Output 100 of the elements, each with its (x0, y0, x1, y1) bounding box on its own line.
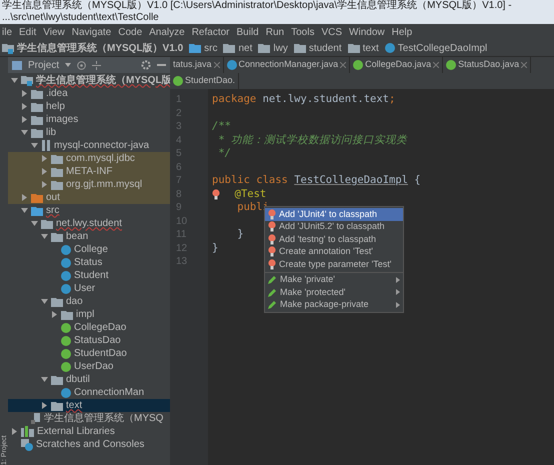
collapsed-arrow-icon[interactable] (41, 402, 48, 409)
tree-label: Status (74, 256, 102, 268)
tree-row[interactable]: org.gjt.mm.mysql (8, 178, 170, 191)
tree-row[interactable]: dao (8, 295, 170, 308)
tree-row[interactable]: External Libraries (8, 425, 170, 438)
tree-row[interactable]: Scratches and Consoles (8, 438, 170, 451)
tree-row[interactable]: help (8, 100, 170, 113)
panel-title[interactable]: Project (28, 58, 60, 72)
editor-tab[interactable]: CollegeDao.java (350, 57, 444, 73)
folder-icon (41, 218, 53, 228)
tree-label: com.mysql.jdbc (66, 152, 135, 164)
popup-item[interactable]: Create annotation 'Test' (265, 246, 403, 258)
popup-item[interactable]: Make 'protected' (265, 286, 403, 298)
breadcrumb-item[interactable]: net (223, 40, 252, 56)
expanded-arrow-icon[interactable] (11, 77, 18, 84)
menu-item[interactable]: ile (2, 24, 12, 40)
tree-row[interactable]: text (8, 399, 170, 412)
expanded-arrow-icon[interactable] (41, 376, 48, 383)
menu-item[interactable]: Refactor (192, 24, 230, 40)
tree-row[interactable]: net.lwy.student (8, 217, 170, 230)
menu-item[interactable]: Analyze (149, 24, 185, 40)
collapsed-arrow-icon[interactable] (21, 194, 28, 201)
tree-row[interactable]: College (8, 243, 170, 256)
lightbulb-icon[interactable] (268, 246, 276, 258)
tree-row[interactable]: 学生信息管理系统（MYSQL版 (8, 74, 170, 87)
expanded-arrow-icon[interactable] (41, 298, 48, 305)
lightbulb-icon[interactable] (268, 258, 276, 270)
tree-row[interactable]: Student (8, 269, 170, 282)
popup-item[interactable]: Create type parameter 'Test' (265, 258, 403, 270)
breadcrumb-item[interactable]: text (348, 40, 379, 56)
breadcrumb-item[interactable]: src (189, 40, 218, 56)
class-icon (61, 388, 71, 398)
popup-item[interactable]: Add 'JUnit4' to classpath (265, 208, 403, 220)
expanded-arrow-icon[interactable] (41, 233, 48, 240)
tree-row[interactable]: META-INF (8, 165, 170, 178)
editor-tab[interactable]: StatusDao.java (443, 57, 532, 73)
popup-item[interactable]: Add 'JUnit5.2' to classpath (265, 220, 403, 233)
collapse-icon[interactable] (92, 60, 102, 70)
collapsed-arrow-icon[interactable] (21, 103, 28, 110)
tree-row[interactable]: src (8, 204, 170, 217)
collapsed-arrow-icon[interactable] (51, 311, 58, 318)
tree-row[interactable]: dbutil (8, 373, 170, 386)
collapsed-arrow-icon[interactable] (41, 181, 48, 188)
editor-tab[interactable]: ConnectionManager.java (224, 57, 350, 73)
tree-row[interactable]: out (8, 191, 170, 204)
expanded-arrow-icon[interactable] (31, 142, 38, 149)
popup-item[interactable]: Add 'testng' to classpath (265, 233, 403, 246)
expanded-arrow-icon[interactable] (31, 220, 38, 227)
settings-icon[interactable] (141, 60, 151, 70)
tree-row[interactable]: StudentDao (8, 347, 170, 360)
close-icon[interactable] (340, 62, 346, 68)
tree-row[interactable]: 学生信息管理系统（MYSQ (8, 412, 170, 425)
tree-row[interactable]: bean (8, 230, 170, 243)
lightbulb-icon[interactable] (268, 234, 276, 245)
collapsed-arrow-icon[interactable] (41, 155, 48, 162)
menu-item[interactable]: Run (266, 24, 284, 40)
expanded-arrow-icon[interactable] (21, 207, 28, 214)
breadcrumb-item[interactable]: lwy (258, 40, 288, 56)
close-icon[interactable] (433, 62, 440, 68)
menu-item[interactable]: View (43, 24, 65, 40)
menu-item[interactable]: Code (118, 24, 142, 40)
folder-icon (258, 43, 270, 53)
expanded-arrow-icon[interactable] (21, 129, 28, 136)
menu-item[interactable]: VCS (321, 24, 342, 40)
lightbulb-icon[interactable] (212, 188, 220, 200)
close-icon[interactable] (214, 62, 220, 68)
caret-icon[interactable] (65, 63, 72, 67)
tree-label: 学生信息管理系统（MYSQ (44, 412, 164, 424)
breadcrumb-item[interactable]: 学生信息管理系统（MYSQL版）V1.0 (2, 40, 184, 56)
close-icon[interactable] (521, 62, 528, 68)
tree-row[interactable]: mysql-connector-java (8, 139, 170, 152)
tree-row[interactable]: images (8, 113, 170, 126)
tree-row[interactable]: ConnectionMan (8, 386, 170, 399)
collapsed-arrow-icon[interactable] (41, 168, 48, 175)
tree-row[interactable]: .idea (8, 87, 170, 100)
menu-item[interactable]: Window (349, 24, 385, 40)
tree-row[interactable]: UserDao (8, 360, 170, 373)
menu-item[interactable]: Navigate (72, 24, 112, 40)
tree-row[interactable]: lib (8, 126, 170, 139)
lightbulb-icon[interactable] (268, 221, 276, 232)
target-icon[interactable] (77, 60, 86, 70)
menu-item[interactable]: Tools (291, 24, 314, 40)
tree-row[interactable]: User (8, 282, 170, 295)
tree-row[interactable]: CollegeDao (8, 321, 170, 334)
editor-tab[interactable]: tatus.java (170, 57, 224, 73)
popup-item[interactable]: Make 'private' (265, 274, 403, 286)
collapsed-arrow-icon[interactable] (21, 90, 28, 97)
tree-label: lib (46, 126, 56, 138)
collapsed-arrow-icon[interactable] (21, 116, 28, 123)
tree-row[interactable]: StatusDao (8, 334, 170, 347)
menu-item[interactable]: Edit (19, 24, 36, 40)
tree-row[interactable]: com.mysql.jdbc (8, 152, 170, 165)
tree-row[interactable]: Status (8, 256, 170, 269)
collapsed-arrow-icon[interactable] (11, 428, 18, 435)
tree-row[interactable]: impl (8, 308, 170, 321)
breadcrumb-item[interactable]: TestCollegeDaoImpl (384, 40, 488, 56)
menu-item[interactable]: Build (236, 24, 259, 40)
popup-item[interactable]: Make package-private (265, 298, 403, 311)
breadcrumb-item[interactable]: student (294, 40, 342, 56)
menu-item[interactable]: Help (392, 24, 412, 40)
